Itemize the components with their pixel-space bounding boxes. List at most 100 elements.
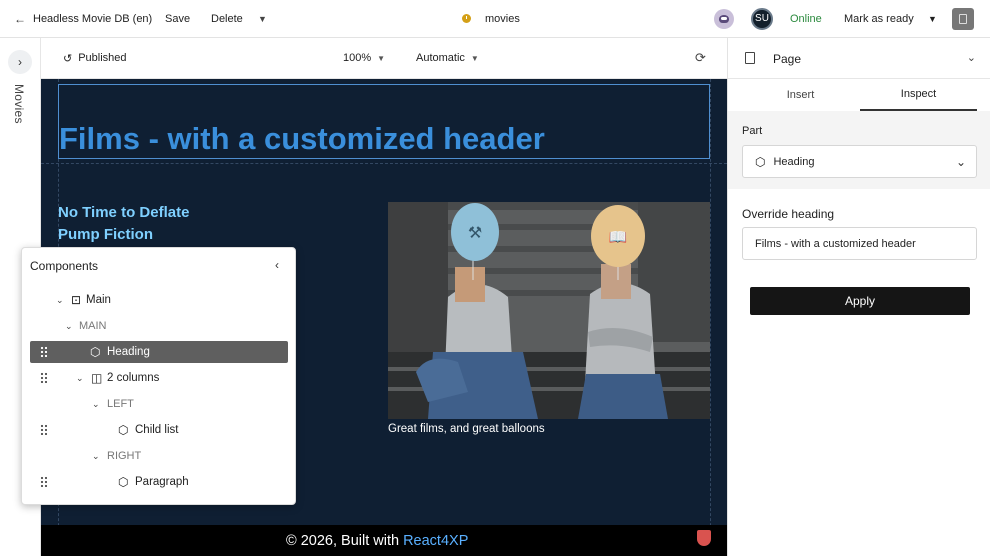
back-button[interactable]: ← Headless Movie DB (en)	[14, 0, 152, 37]
tree-row-main[interactable]: ⌄ ⊡ Main	[30, 289, 288, 311]
drag-handle-icon[interactable]	[40, 346, 47, 357]
part-select-value: Heading	[773, 155, 815, 168]
part-section: Part ⬡ Heading ⌄	[728, 111, 990, 189]
delete-button[interactable]: Delete	[211, 0, 243, 37]
tree-label: MAIN	[79, 320, 107, 332]
back-label: Headless Movie DB (en)	[33, 12, 153, 25]
photo-caption: Great films, and great balloons	[388, 423, 545, 435]
tree-label: Heading	[107, 346, 150, 358]
film-link[interactable]: No Time to Deflate	[58, 202, 189, 224]
drag-handle-icon[interactable]	[40, 476, 47, 487]
chevron-down-icon: ⌄	[955, 154, 966, 169]
app-window: ← Headless Movie DB (en) Save Delete ▼ m…	[0, 0, 990, 556]
tree-row-paragraph[interactable]: ⬡ Paragraph	[30, 471, 288, 493]
device-mode-value: Automatic	[416, 52, 465, 64]
tree-label: Paragraph	[135, 476, 189, 488]
chevron-down-icon: ▼	[377, 53, 386, 63]
page-icon: ⊡	[71, 293, 82, 307]
cube-icon: ⬡	[755, 154, 766, 169]
device-mode-select[interactable]: Automatic ▼	[416, 38, 479, 78]
svg-text:📖: 📖	[609, 228, 628, 246]
components-panel: Components ‹ ⌄ ⊡ Main ⌄ MAIN ⬡ Heading ⌄…	[21, 247, 296, 505]
cube-icon: ⬡	[90, 345, 101, 359]
user-avatar[interactable]: SU	[751, 0, 773, 37]
expand-rail-button[interactable]: ›	[8, 50, 32, 74]
tree-label: LEFT	[107, 398, 134, 410]
warning-icon	[462, 14, 471, 23]
page-footer: © 2026, Built with React4XP	[41, 525, 727, 556]
tab-insert[interactable]: Insert	[742, 79, 859, 111]
tree-row-two-columns[interactable]: ⌄ ◫ 2 columns	[30, 367, 288, 389]
panel-title: Page	[773, 52, 802, 66]
part-select[interactable]: ⬡ Heading ⌄	[742, 145, 977, 178]
owl-icon	[714, 8, 734, 29]
drag-handle-icon[interactable]	[40, 424, 47, 435]
override-heading-label: Override heading	[742, 207, 835, 221]
chevron-down-icon: ▼	[470, 53, 479, 63]
rail-label[interactable]: Movies	[12, 84, 26, 124]
chevron-down-icon[interactable]: ⌄	[92, 451, 100, 462]
svg-text:⚒: ⚒	[468, 223, 482, 242]
publish-status-label: Published	[78, 52, 127, 64]
cube-icon: ⬡	[118, 475, 129, 489]
save-button[interactable]: Save	[165, 0, 190, 37]
preview-toolbar: ↺ Published 100% ▼ Automatic ▼ ⟳	[41, 38, 727, 79]
chevron-down-icon[interactable]: ⌄	[967, 51, 976, 64]
history-icon: ↺	[63, 52, 73, 65]
tree-row-heading[interactable]: ⬡ Heading	[30, 341, 288, 363]
override-heading-input[interactable]	[742, 227, 977, 260]
online-status: Online	[790, 12, 822, 25]
drag-handle-icon[interactable]	[40, 372, 47, 383]
shield-icon	[697, 530, 711, 546]
cube-icon: ⬡	[118, 423, 129, 437]
tree-label: RIGHT	[107, 450, 142, 462]
chevron-down-icon[interactable]: ⌄	[56, 295, 64, 306]
tree-row-region-left[interactable]: ⌄ LEFT	[30, 393, 288, 415]
collapse-panel-icon[interactable]: ‹	[275, 258, 279, 272]
panel-icon	[952, 7, 974, 30]
zoom-select[interactable]: 100% ▼	[343, 38, 385, 78]
panel-tabs: Insert Inspect	[728, 79, 990, 111]
footer-link[interactable]: React4XP	[403, 533, 468, 549]
tree-label: Main	[86, 294, 111, 306]
tree-row-region-main[interactable]: ⌄ MAIN	[30, 315, 288, 337]
arrow-left-icon: ←	[14, 11, 26, 26]
part-label: Part	[742, 125, 763, 137]
film-link[interactable]: Pump Fiction	[58, 224, 189, 246]
tree-row-child-list[interactable]: ⬡ Child list	[30, 419, 288, 441]
footer-prefix: © 2026, Built with	[286, 533, 404, 549]
apply-button[interactable]: Apply	[750, 287, 970, 315]
panel-header[interactable]: Page ⌄	[728, 38, 990, 79]
balloon-men-image: ⚒ 📖	[388, 202, 710, 419]
chevron-right-icon: ›	[18, 55, 22, 69]
workflow-chevron-icon[interactable]: ▼	[928, 0, 937, 37]
page-heading[interactable]: Films - with a customized header	[59, 121, 545, 157]
publish-status[interactable]: ↺ Published	[63, 38, 127, 78]
tab-inspect[interactable]: Inspect	[860, 79, 977, 111]
refresh-icon[interactable]: ⟳	[695, 38, 706, 78]
tree-row-region-right[interactable]: ⌄ RIGHT	[30, 445, 288, 467]
top-bar: ← Headless Movie DB (en) Save Delete ▼ m…	[0, 0, 990, 38]
tree-label: 2 columns	[107, 372, 160, 384]
components-title: Components	[30, 259, 99, 273]
inspect-panel: Page ⌄ Insert Inspect Part ⬡ Heading ⌄ O…	[727, 38, 990, 556]
layout-icon: ◫	[91, 371, 103, 385]
page-icon	[745, 52, 755, 64]
content-title: movies	[462, 0, 520, 37]
chevron-down-icon[interactable]: ⌄	[92, 399, 100, 410]
chevron-down-icon[interactable]: ⌄	[65, 321, 73, 332]
layout-guide	[41, 163, 727, 164]
collaborator-avatar[interactable]	[714, 0, 734, 37]
tree-label: Child list	[135, 424, 179, 436]
chevron-down-icon[interactable]: ⌄	[76, 373, 84, 384]
movie-photo: ⚒ 📖	[388, 202, 710, 419]
more-actions-chevron-icon[interactable]: ▼	[258, 0, 267, 37]
footer-text: © 2026, Built with React4XP	[286, 533, 468, 549]
layout-guide	[710, 79, 711, 556]
mark-as-ready-button[interactable]: Mark as ready	[844, 0, 914, 37]
zoom-value: 100%	[343, 52, 372, 64]
avatar-initials: SU	[751, 7, 773, 30]
content-name: movies	[485, 12, 520, 25]
toggle-panel-button[interactable]	[952, 0, 974, 37]
child-list: No Time to Deflate Pump Fiction	[58, 202, 189, 246]
